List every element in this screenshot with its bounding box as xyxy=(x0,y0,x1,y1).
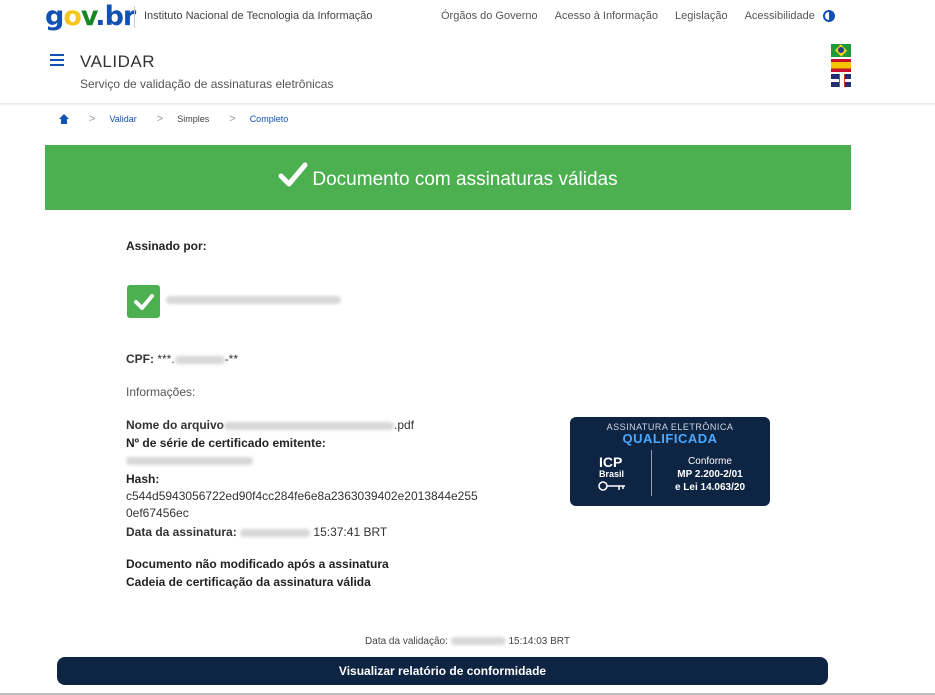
signed-by-label: Assinado por: xyxy=(126,239,207,253)
signature-time: 15:37:41 BRT xyxy=(313,525,388,539)
cpf-redacted xyxy=(174,355,225,364)
validation-date-row: Data da validação: 15:14:03 BRT xyxy=(0,636,935,647)
cpf-suffix: -** xyxy=(224,352,239,366)
signature-date-label: Data da assinatura: xyxy=(126,525,237,539)
cpf-label: CPF: xyxy=(126,352,154,366)
hash-value-line2: 0ef67456ec xyxy=(126,506,189,520)
nav-legislacao[interactable]: Legislação xyxy=(675,10,728,22)
filename-extension: .pdf xyxy=(394,418,415,432)
cpf-row: CPF: ***. -** xyxy=(126,352,238,366)
checkmark-icon xyxy=(278,162,308,186)
badge-conforme: Conforme xyxy=(688,456,732,467)
institute-name: Instituto Nacional de Tecnologia da Info… xyxy=(144,10,373,22)
validation-date-label: Data da validação: xyxy=(365,636,448,647)
top-navigation: Órgãos do Governo Acesso à Informação Le… xyxy=(441,10,832,22)
filename-row: Nome do arquivo .pdf xyxy=(126,418,414,432)
hamburger-menu-icon[interactable] xyxy=(50,54,64,69)
nav-acessibilidade[interactable]: Acessibilidade xyxy=(745,10,815,22)
signature-date-redacted xyxy=(240,528,311,537)
validation-success-banner: Documento com assinaturas válidas xyxy=(45,145,851,210)
nav-acesso-a-informacao[interactable]: Acesso à Informação xyxy=(555,10,658,22)
govbr-logo[interactable]: gov.br xyxy=(45,1,136,32)
validation-date-redacted xyxy=(450,637,506,646)
breadcrumb-separator: > xyxy=(229,113,236,125)
logo-divider xyxy=(134,6,135,28)
icp-qualified-signature-badge: ASSINATURA ELETRÔNICA QUALIFICADA ICP Br… xyxy=(570,417,770,506)
info-label: Informações: xyxy=(126,385,196,399)
top-bar: gov.br Instituto Nacional de Tecnologia … xyxy=(0,0,935,34)
flag-brazil-icon[interactable] xyxy=(831,44,851,57)
flag-spain-icon[interactable] xyxy=(831,59,851,72)
document-unmodified-status: Documento não modificado após a assinatu… xyxy=(126,557,389,571)
logo-dot: . xyxy=(95,1,105,32)
logo-letter-o: o xyxy=(63,1,82,32)
breadcrumb-separator: > xyxy=(89,113,96,125)
badge-mp: MP 2.200-2/01 xyxy=(677,469,743,480)
breadcrumb-completo[interactable]: Completo xyxy=(250,114,289,124)
logo-letter-b: b xyxy=(104,1,124,32)
filename-redacted xyxy=(224,421,395,430)
page-title: VALIDAR xyxy=(80,52,155,71)
validation-time: 15:14:03 BRT xyxy=(508,636,570,647)
breadcrumb-separator: > xyxy=(156,113,164,125)
cpf-prefix: ***. xyxy=(157,352,175,366)
badge-brasil: Brasil xyxy=(599,469,625,479)
breadcrumb: > Validar > Simples > Completo xyxy=(58,113,288,125)
nav-orgaos-do-governo[interactable]: Órgãos do Governo xyxy=(441,10,538,22)
breadcrumb-validar[interactable]: Validar xyxy=(109,114,136,124)
banner-message: Documento com assinaturas válidas xyxy=(312,168,618,190)
hash-label: Hash: xyxy=(126,472,160,486)
contrast-icon[interactable] xyxy=(823,10,835,22)
serial-redacted xyxy=(126,457,253,465)
certificate-chain-status: Cadeia de certificação da assinatura vál… xyxy=(126,575,371,589)
flag-uk-icon[interactable] xyxy=(831,74,851,87)
serial-label: Nº de série de certificado emitente: xyxy=(126,436,326,450)
header-divider xyxy=(0,103,935,106)
key-icon xyxy=(598,481,625,491)
signer-valid-check-icon xyxy=(127,285,160,318)
hash-value-line1: c544d5943056722ed90f4cc284fe6e8a23630394… xyxy=(126,489,478,503)
badge-icp: ICP xyxy=(599,454,623,470)
language-selector xyxy=(831,44,851,89)
logo-letter-g: g xyxy=(45,1,64,32)
breadcrumb-simples: Simples xyxy=(177,114,210,124)
signer-name-redacted xyxy=(166,296,341,304)
badge-divider xyxy=(651,450,652,496)
view-conformity-report-button[interactable]: Visualizar relatório de conformidade xyxy=(57,657,828,685)
signature-date-row: Data da assinatura: 15:37:41 BRT xyxy=(126,525,387,539)
page-subtitle: Serviço de validação de assinaturas elet… xyxy=(80,77,334,91)
badge-qualificada: QUALIFICADA xyxy=(622,431,718,446)
badge-lei: e Lei 14.063/20 xyxy=(674,482,746,493)
logo-letter-v: v xyxy=(80,1,96,32)
filename-label: Nome do arquivo xyxy=(126,418,225,432)
home-icon[interactable] xyxy=(58,114,69,124)
